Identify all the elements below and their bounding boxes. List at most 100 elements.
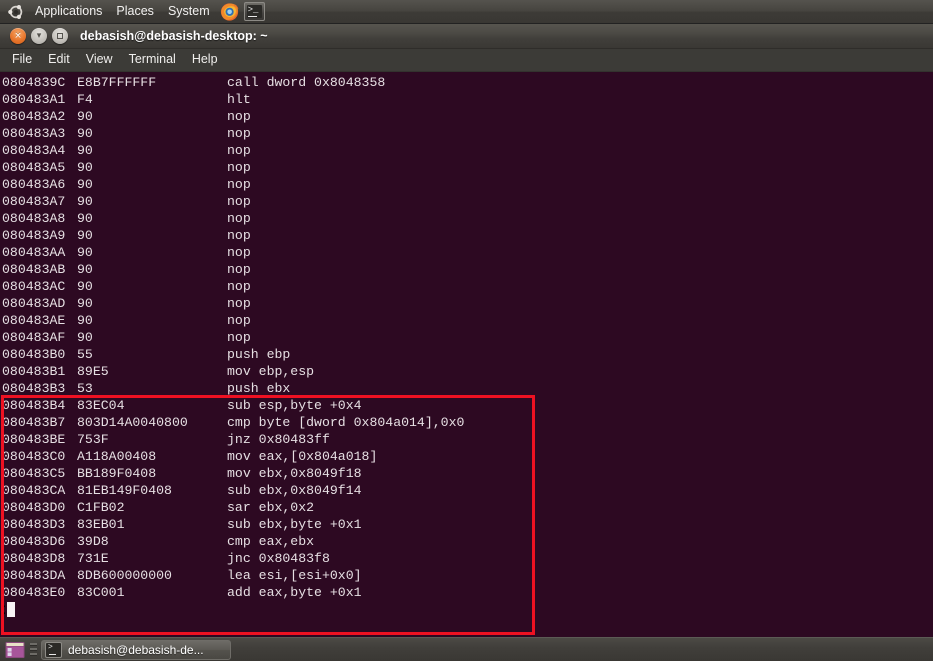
menu-edit[interactable]: Edit <box>40 50 78 70</box>
instruction-bytes: 90 <box>77 279 93 294</box>
menu-file[interactable]: File <box>4 50 40 70</box>
instruction-mnemonic: cmp eax,ebx <box>227 534 315 549</box>
instruction-mnemonic: jnz 0x80483ff <box>227 432 330 447</box>
show-desktop-icon[interactable] <box>4 640 26 660</box>
instruction-address: 080483AC <box>2 279 66 294</box>
instruction-mnemonic: jnc 0x80483f8 <box>227 551 330 566</box>
instruction-address: 080483B7 <box>2 415 66 430</box>
instruction-mnemonic: lea esi,[esi+0x0] <box>227 568 362 583</box>
instruction-address: 080483D8 <box>2 551 66 566</box>
instruction-bytes: 90 <box>77 143 93 158</box>
taskbar-window-button-terminal[interactable]: > debasish@debasish-de... <box>41 639 231 660</box>
instruction-address: 080483A8 <box>2 211 66 226</box>
instruction-mnemonic: sub ebx,byte +0x1 <box>227 517 362 532</box>
instruction-address: 080483A7 <box>2 194 66 209</box>
firefox-launcher-icon[interactable] <box>219 2 240 22</box>
instruction-address: 080483B1 <box>2 364 66 379</box>
instruction-address: 080483D6 <box>2 534 66 549</box>
terminal-prompt-glyph: > <box>48 642 53 652</box>
panel-menu-places[interactable]: Places <box>109 1 161 22</box>
window-list-panel: > debasish@debasish-de... <box>0 637 933 661</box>
window-minimize-button[interactable]: ▾ <box>31 28 47 44</box>
pager-prompt-colon: : <box>2 601 7 618</box>
instruction-mnemonic: nop <box>227 296 251 311</box>
instruction-bytes: 90 <box>77 228 93 243</box>
instruction-bytes: F4 <box>77 92 93 107</box>
disassembly-line: 080483B7 803D14A0040800 cmp byte [dword 0x… <box>2 414 933 431</box>
instruction-address: 080483AE <box>2 313 66 328</box>
instruction-bytes: 90 <box>77 194 93 209</box>
instruction-mnemonic: mov ebp,esp <box>227 364 315 379</box>
instruction-address: 0804839C <box>2 75 66 90</box>
instruction-mnemonic: nop <box>227 177 251 192</box>
instruction-address: 080483D3 <box>2 517 66 532</box>
disassembly-line: 080483D0 C1FB02 sar ebx,0x2 <box>2 499 933 516</box>
disassembly-line: 080483B1 89E5 mov ebp,esp <box>2 363 933 380</box>
disassembly-line: 080483A5 90 nop <box>2 159 933 176</box>
instruction-mnemonic: add eax,byte +0x1 <box>227 585 362 600</box>
disassembly-line: 080483B4 83EC04 sub esp,byte +0x4 <box>2 397 933 414</box>
instruction-mnemonic: hlt <box>227 92 251 107</box>
instruction-address: 080483E0 <box>2 585 66 600</box>
disassembly-line: 080483D8 731E jnc 0x80483f8 <box>2 550 933 567</box>
window-titlebar[interactable]: × ▾ debasish@debasish-desktop: ~ <box>0 24 933 49</box>
disassembly-line: 080483AF 90 nop <box>2 329 933 346</box>
instruction-bytes: E8B7FFFFFF <box>77 75 157 90</box>
window-list-grip[interactable] <box>30 642 37 658</box>
panel-menu-applications[interactable]: Applications <box>28 1 109 22</box>
instruction-mnemonic: nop <box>227 126 251 141</box>
instruction-mnemonic: push ebx <box>227 381 291 396</box>
instruction-mnemonic: sub ebx,0x8049f14 <box>227 483 362 498</box>
instruction-bytes: 81EB149F0408 <box>77 483 172 498</box>
window-maximize-button[interactable] <box>52 28 68 44</box>
panel-menu-system[interactable]: System <box>161 1 217 22</box>
instruction-mnemonic: nop <box>227 211 251 226</box>
menu-view[interactable]: View <box>78 50 121 70</box>
window-close-button[interactable]: × <box>10 28 26 44</box>
menu-terminal[interactable]: Terminal <box>121 50 184 70</box>
instruction-bytes: 90 <box>77 296 93 311</box>
instruction-bytes: 89E5 <box>77 364 109 379</box>
disassembly-line: 080483A8 90 nop <box>2 210 933 227</box>
instruction-address: 080483A9 <box>2 228 66 243</box>
disassembly-line: 080483AE 90 nop <box>2 312 933 329</box>
instruction-bytes: 39D8 <box>77 534 109 549</box>
terminal-underline <box>49 653 56 655</box>
disassembly-line: 080483A4 90 nop <box>2 142 933 159</box>
terminal-output-area[interactable]: 0804839C E8B7FFFFFF call dword 0x8048358 08… <box>0 72 933 638</box>
disassembly-line: 0804839C E8B7FFFFFF call dword 0x8048358 <box>2 74 933 91</box>
instruction-address: 080483D0 <box>2 500 66 515</box>
instruction-mnemonic: nop <box>227 279 251 294</box>
instruction-bytes: 55 <box>77 347 93 362</box>
instruction-bytes: 90 <box>77 313 93 328</box>
instruction-bytes: BB189F0408 <box>77 466 157 481</box>
instruction-bytes: 90 <box>77 160 93 175</box>
maximize-square-icon <box>57 33 63 39</box>
disassembly-line: 080483AA 90 nop <box>2 244 933 261</box>
disassembly-line: 080483A9 90 nop <box>2 227 933 244</box>
instruction-bytes: 90 <box>77 177 93 192</box>
disassembly-line: 080483D6 39D8 cmp eax,ebx <box>2 533 933 550</box>
instruction-address: 080483DA <box>2 568 66 583</box>
text-cursor <box>7 602 16 617</box>
disassembly-line: 080483A6 90 nop <box>2 176 933 193</box>
menu-help[interactable]: Help <box>184 50 226 70</box>
disassembly-line: 080483AD 90 nop <box>2 295 933 312</box>
instruction-bytes: 90 <box>77 330 93 345</box>
instruction-bytes: 753F <box>77 432 109 447</box>
instruction-bytes: 90 <box>77 262 93 277</box>
terminal-launcher-underline <box>247 16 257 17</box>
terminal-launcher-icon[interactable]: >_ <box>243 2 265 21</box>
instruction-bytes: 803D14A0040800 <box>77 415 188 430</box>
disassembly-line: 080483A2 90 nop <box>2 108 933 125</box>
disassembly-line: 080483B3 53 push ebx <box>2 380 933 397</box>
disassembly-line: 080483A7 90 nop <box>2 193 933 210</box>
instruction-bytes: 53 <box>77 381 93 396</box>
instruction-address: 080483B3 <box>2 381 66 396</box>
instruction-address: 080483BE <box>2 432 66 447</box>
disassembly-line: 080483AB 90 nop <box>2 261 933 278</box>
instruction-mnemonic: nop <box>227 143 251 158</box>
instruction-address: 080483AA <box>2 245 66 260</box>
ubuntu-logo-icon[interactable] <box>7 3 25 21</box>
instruction-mnemonic: nop <box>227 228 251 243</box>
